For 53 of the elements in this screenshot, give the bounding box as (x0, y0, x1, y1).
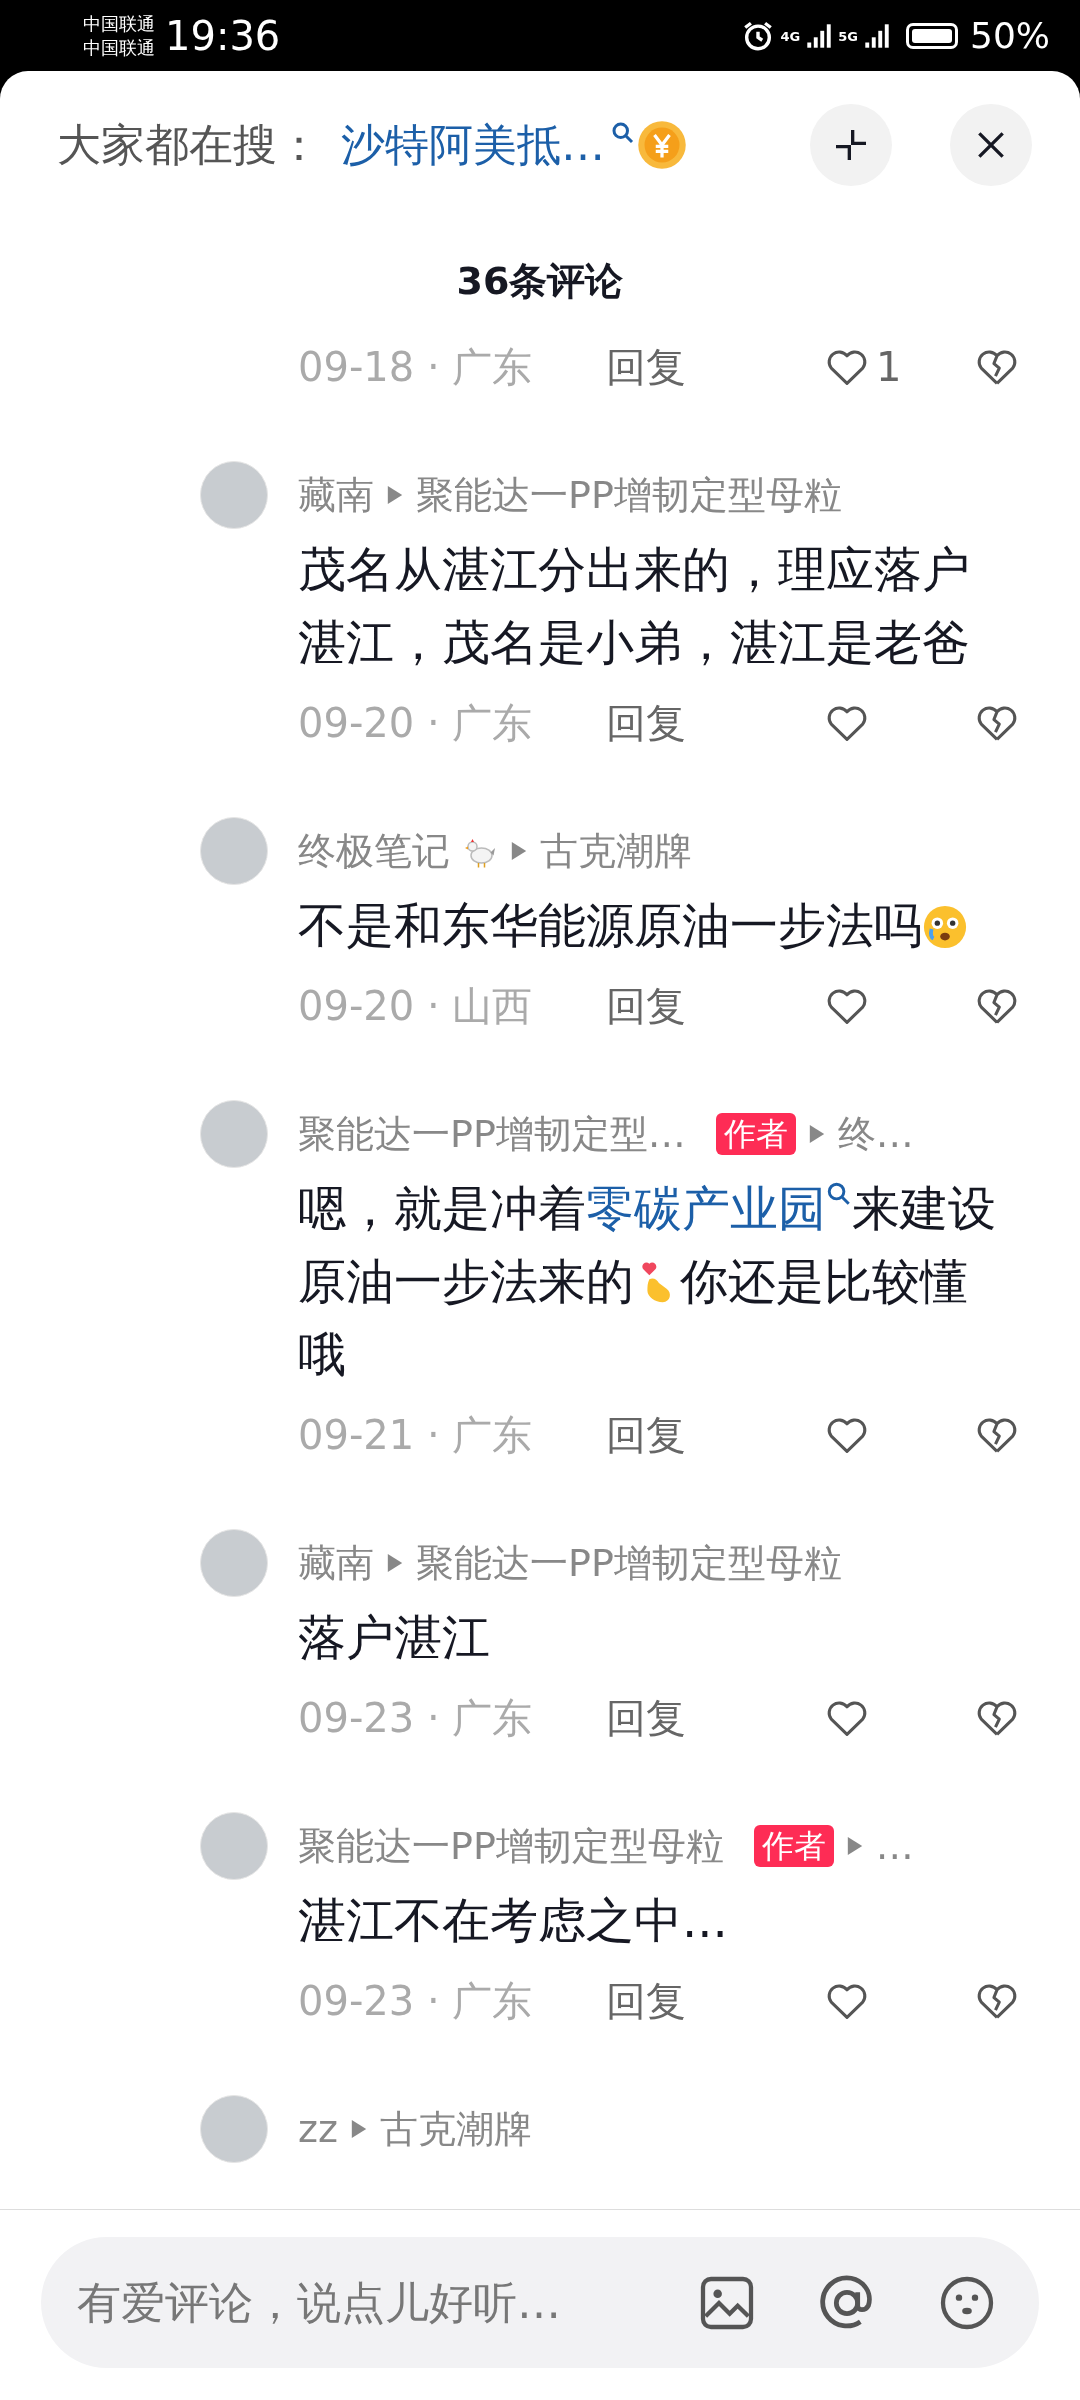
comment-date: 09-21 · 广东 (298, 1410, 534, 1460)
comment-text: 不是和东华能源原油一步法吗 (298, 889, 998, 962)
carrier-name: 中国联通 (83, 35, 155, 60)
reply-to-name[interactable]: 终… (837, 1108, 914, 1160)
reply-to-name[interactable]: 古克潮牌 (540, 825, 692, 877)
reply-to-name[interactable]: 古克潮牌 (379, 2103, 532, 2155)
reply-to-name[interactable]: 聚能达一PP增韧定型母粒 (416, 1537, 842, 1589)
reply-button[interactable]: 回复 (606, 978, 686, 1034)
comment-text: 落户湛江 (298, 1608, 491, 1667)
comment-text: 茂名从湛江分出来的，理应落户湛江，茂名是小弟，湛江是老爸 (298, 540, 971, 672)
network-label: 5G (838, 29, 858, 44)
search-icon (611, 121, 635, 145)
battery-icon (906, 22, 958, 49)
commenter-name[interactable]: 终极笔记 (298, 825, 450, 877)
reply-to-name[interactable]: 聚能达一PP增韧定型母粒 (416, 469, 842, 521)
reply-arrow-icon (510, 840, 528, 862)
reply-arrow-icon (386, 484, 404, 506)
comment-date: 09-23 · 广东 (298, 1693, 534, 1743)
reply-button[interactable]: 回复 (606, 1690, 686, 1746)
reply-button[interactable]: 回复 (606, 1407, 686, 1463)
worried-face-icon (922, 904, 968, 950)
reply-button[interactable]: 回复 (606, 695, 686, 751)
comment-date: 09-20 · 广东 (298, 698, 534, 748)
like-count: 1 (876, 344, 902, 390)
reply-arrow-icon (845, 1835, 864, 1857)
clock-time: 19:36 (165, 12, 281, 59)
reply-to-name[interactable]: … (875, 1824, 914, 1868)
carrier-name: 中国联通 (83, 11, 155, 36)
comment-input[interactable]: 有爱评论，说点儿好听… (75, 2276, 639, 2329)
reply-arrow-icon (807, 1123, 826, 1145)
comment-text: 嗯，就是冲着零碳产业园 来建设原油一步法来的 你还是比较懂哦 (298, 1179, 997, 1384)
search-link[interactable]: 零碳产业园 (586, 1180, 852, 1236)
commenter-name[interactable]: 藏南 (298, 469, 374, 521)
comment-text: 湛江不在考虑之中... (298, 1891, 729, 1950)
commenter-name[interactable]: 藏南 (298, 1537, 374, 1589)
commenter-name[interactable]: 聚能达一PP增韧定型… (298, 1108, 686, 1160)
commenter-name[interactable]: zz (298, 2107, 338, 2151)
reply-arrow-icon (349, 2118, 368, 2140)
reply-arrow-icon (386, 1552, 404, 1574)
reply-button[interactable]: 回复 (606, 1973, 686, 2029)
commenter-name[interactable]: 聚能达一PP增韧定型母粒 (298, 1820, 724, 1872)
author-badge: 作者 (715, 1113, 796, 1155)
author-badge: 作者 (753, 1825, 834, 1867)
trending-search-link[interactable]: 沙特阿美抵… (341, 115, 605, 175)
battery-percent: 50% (970, 15, 1050, 56)
comment-date: 09-23 · 广东 (298, 1976, 534, 2026)
comment-date: 09-18 · 广东 (298, 342, 534, 392)
trending-label: 大家都在搜： (57, 117, 321, 172)
reply-button[interactable]: 回复 (606, 339, 686, 395)
comment-count-title: 36条评论 (455, 258, 625, 305)
search-icon (826, 1181, 852, 1207)
comment-date: 09-20 · 山西 (298, 981, 534, 1031)
network-label: 4G (780, 29, 801, 44)
